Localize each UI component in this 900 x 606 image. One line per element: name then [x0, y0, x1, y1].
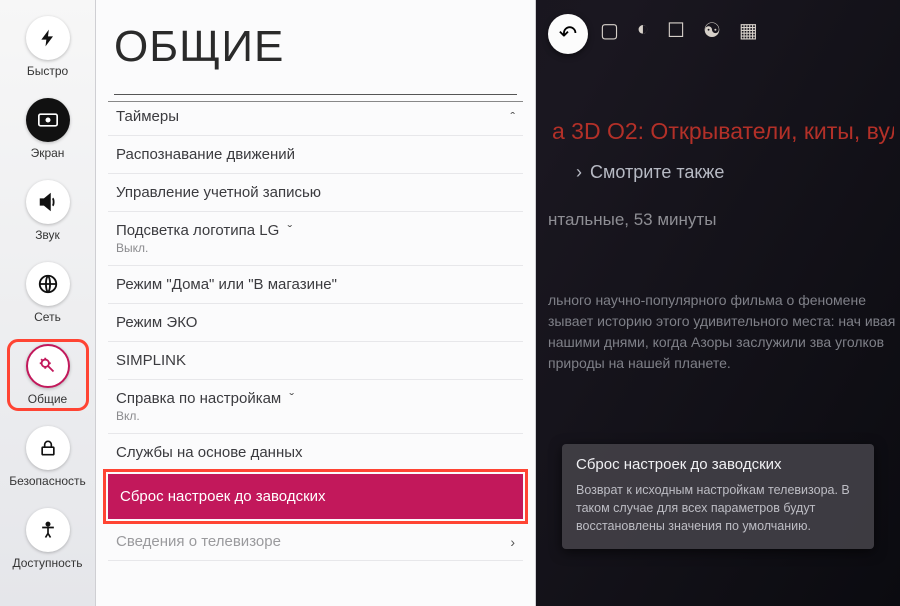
sidebar-item-label: Сеть: [34, 310, 61, 324]
tooltip-body: Возврат к исходным настройкам телевизора…: [576, 481, 860, 535]
sound-icon: [26, 180, 70, 224]
row-motion[interactable]: Распознавание движений: [108, 136, 523, 174]
panel-title: ОБЩИЕ: [96, 0, 535, 90]
tv-screen: ↶ ▢ ◐ ☐ ☯ ▦ а 3D O2: Открыватели, киты, …: [0, 0, 900, 606]
bolt-icon: [26, 16, 70, 60]
row-logo-light[interactable]: Подсветка логотипа LG ˇ Выкл.: [108, 212, 523, 266]
row-label: Службы на основе данных: [116, 444, 515, 461]
sidebar-item-sound[interactable]: Звук: [12, 180, 84, 242]
row-label: SIMPLINK: [116, 352, 515, 369]
sidebar-item-general[interactable]: Общие: [12, 344, 84, 406]
gear-wrench-icon: [26, 344, 70, 388]
help-tooltip: Сброс настроек до заводских Возврат к ис…: [562, 444, 874, 549]
row-eco[interactable]: Режим ЭКО: [108, 304, 523, 342]
chevron-down-icon: ˇ: [287, 222, 292, 238]
sidebar-item-label: Доступность: [12, 556, 82, 570]
globe-icon[interactable]: ◐: [637, 18, 649, 43]
tv-icon[interactable]: ☐: [667, 18, 685, 43]
back-icon: ↶: [559, 21, 577, 47]
row-label: Справка по настройкам ˇ: [116, 390, 515, 407]
sidebar-item-label: Безопасность: [9, 474, 86, 488]
row-label: Распознавание движений: [116, 146, 515, 163]
row-label: Режим ЭКО: [116, 314, 515, 331]
top-icon-row: ▢ ◐ ☐ ☯ ▦: [600, 18, 758, 43]
accessibility-icon: [26, 508, 70, 552]
sidebar-item-accessibility[interactable]: Доступность: [12, 508, 84, 570]
sidebar-item-label: Экран: [31, 146, 65, 160]
lock-icon: [26, 426, 70, 470]
chevron-right-icon: ›: [510, 534, 515, 550]
row-label: Подсветка логотипа LG ˇ: [116, 222, 515, 239]
chevron-up-icon: ˆ: [510, 109, 515, 125]
sidebar-item-label: Звук: [35, 228, 60, 242]
back-button[interactable]: ↶: [548, 14, 588, 54]
row-timers[interactable]: Таймеры ˆ: [108, 101, 523, 136]
settings-list: Время и дата Таймеры ˆ Распознавание дви…: [96, 97, 535, 606]
row-label: Управление учетной записью: [116, 184, 515, 201]
content-description: льного научно-популярного фильма о феном…: [548, 290, 896, 374]
row-help[interactable]: Справка по настройкам ˇ Вкл.: [108, 380, 523, 434]
sidebar-item-label: Общие: [28, 392, 67, 406]
divider: [114, 94, 517, 95]
content-title: а 3D O2: Открыватели, киты, вулк: [552, 118, 894, 145]
row-label: Сведения о телевизоре: [116, 533, 281, 550]
screen-icon: [26, 98, 70, 142]
sidebar-item-label: Быстро: [27, 64, 68, 78]
row-account[interactable]: Управление учетной записью: [108, 174, 523, 212]
masks-icon[interactable]: ☯: [703, 18, 721, 43]
row-factory-reset[interactable]: Сброс настроек до заводских: [108, 474, 523, 519]
row-sub: Выкл.: [116, 241, 515, 255]
row-home-store[interactable]: Режим "Дома" или "В магазине": [108, 266, 523, 304]
settings-panel: ОБЩИЕ Время и дата Таймеры ˆ Распознаван…: [96, 0, 536, 606]
row-simplink[interactable]: SIMPLINK: [108, 342, 523, 380]
row-sub: Вкл.: [116, 409, 515, 423]
sidebar-item-network[interactable]: Сеть: [12, 262, 84, 324]
chevron-down-icon: ˇ: [289, 390, 294, 406]
row-label: Режим "Дома" или "В магазине": [116, 276, 515, 293]
row-about[interactable]: Сведения о телевизоре ›: [108, 523, 523, 561]
net-icon: [26, 262, 70, 306]
row-label: Сброс настроек до заводских: [120, 488, 511, 505]
row-label: Таймеры: [116, 108, 179, 125]
sidebar-item-security[interactable]: Безопасность: [12, 426, 84, 488]
sidebar-item-screen[interactable]: Экран: [12, 98, 84, 160]
tooltip-title: Сброс настроек до заводских: [576, 456, 860, 473]
settings-sidebar: Быстро Экран Звук Сеть Общие: [0, 0, 96, 606]
see-also-label: ›Смотрите также: [576, 162, 724, 183]
grid-icon[interactable]: ▦: [739, 18, 758, 43]
content-meta: нтальные, 53 минуты: [548, 210, 716, 230]
sidebar-item-quick[interactable]: Быстро: [12, 16, 84, 78]
photos-icon[interactable]: ▢: [600, 18, 619, 43]
row-data-services[interactable]: Службы на основе данных: [108, 434, 523, 472]
